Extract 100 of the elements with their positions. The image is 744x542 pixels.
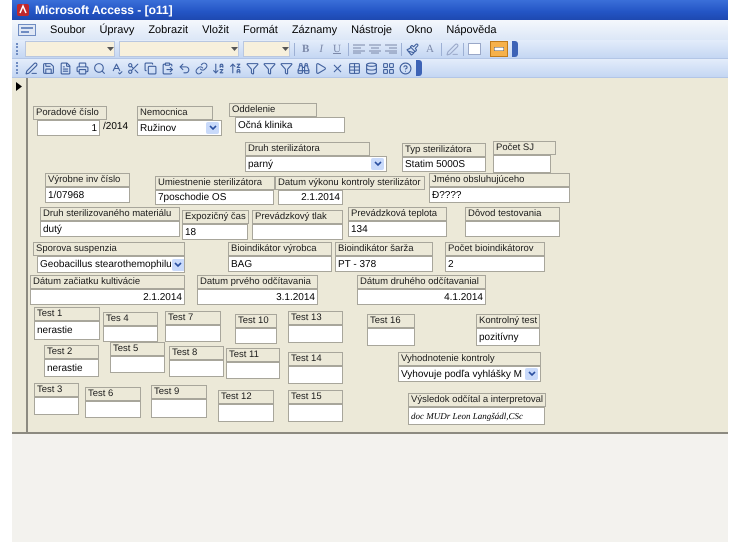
field-label: Dátum druhého odčítavanial xyxy=(357,275,486,289)
dropdown-arrow-icon[interactable] xyxy=(107,46,114,52)
dropdown-field[interactable]: Geobacillus stearothemophilu xyxy=(37,256,185,273)
toolbar-options-button[interactable] xyxy=(416,60,422,76)
text-field[interactable]: PT - 378 xyxy=(335,256,433,272)
field-label: Datum výkonu kontroly sterilizátor xyxy=(275,176,425,190)
form-icon[interactable] xyxy=(18,24,36,36)
text-field[interactable] xyxy=(103,326,158,342)
field-label: Test 9 xyxy=(151,385,207,399)
text-field[interactable] xyxy=(151,399,207,418)
text-field[interactable] xyxy=(218,404,274,422)
menu-item[interactable]: Nástroje xyxy=(351,24,392,36)
text-field[interactable]: BAG xyxy=(228,256,332,272)
align-icon[interactable] xyxy=(384,44,397,54)
menu-item[interactable]: Nápověda xyxy=(446,24,496,36)
text-field[interactable] xyxy=(493,155,551,173)
dropdown-field[interactable]: Vyhovuje podľa vyhlášky M xyxy=(398,366,541,382)
field-label: Test 12 xyxy=(218,390,274,404)
field-label: Test 13 xyxy=(288,311,343,325)
field-label: Jméno obsluhujúceho xyxy=(429,173,570,187)
text-field[interactable]: 1/07968 xyxy=(45,187,130,203)
text-field[interactable]: 134 xyxy=(348,221,447,237)
text-field[interactable]: Statim 5000S xyxy=(402,157,486,172)
border-style-icon xyxy=(494,47,504,51)
spelling-icon[interactable] xyxy=(110,62,123,74)
text-field[interactable]: 4.1.2014 xyxy=(357,289,486,305)
dropdown-arrow-icon[interactable] xyxy=(282,46,289,52)
field-label: Test 8 xyxy=(169,346,224,360)
paste-icon[interactable] xyxy=(161,62,174,74)
text-field[interactable]: 18 xyxy=(182,224,248,240)
line-color-icon[interactable] xyxy=(446,42,459,56)
text-field[interactable]: nerastie xyxy=(34,321,100,340)
field-label: Test 2 xyxy=(44,345,99,359)
text-field[interactable]: 7poschodie OS xyxy=(155,190,274,205)
dropdown-field[interactable]: parný xyxy=(245,156,387,172)
cut-icon[interactable] xyxy=(127,62,140,74)
field-label: Bioindikátor výrobca xyxy=(228,242,332,256)
text-field[interactable]: 2.1.2014 xyxy=(278,190,343,205)
text-field[interactable] xyxy=(165,325,221,342)
text-field[interactable] xyxy=(169,360,224,377)
text-field[interactable] xyxy=(465,221,560,237)
filter-icon[interactable] xyxy=(246,62,259,74)
field-label: Typ sterilizátora xyxy=(402,143,486,157)
align-icon[interactable] xyxy=(368,44,381,54)
special-effect-button[interactable] xyxy=(490,41,508,57)
save-icon[interactable] xyxy=(42,62,55,74)
document-icon[interactable] xyxy=(59,62,72,74)
text-field[interactable]: nerastie xyxy=(44,359,99,377)
dropdown-arrow-icon[interactable] xyxy=(231,46,238,52)
pencil-icon[interactable] xyxy=(25,62,38,74)
undo-icon[interactable] xyxy=(178,62,191,74)
text-field[interactable] xyxy=(34,397,79,415)
field-label: Nemocnica xyxy=(137,106,213,120)
funnel-icon[interactable] xyxy=(280,62,293,74)
toolbar-options-button[interactable] xyxy=(512,41,518,57)
field-label: Dátum začiatku kultivácie xyxy=(30,275,185,289)
find-icon[interactable] xyxy=(297,62,310,74)
menu-item[interactable]: Zobrazit xyxy=(148,24,188,36)
menu-item[interactable]: Okno xyxy=(406,24,432,36)
text-field[interactable]: Očná klinika xyxy=(235,117,345,133)
database-icon[interactable] xyxy=(365,62,378,74)
menu-item[interactable]: Záznamy xyxy=(292,24,338,36)
sort-ascending-icon[interactable] xyxy=(212,62,225,74)
text-field[interactable] xyxy=(288,366,343,384)
menu-item[interactable]: Úpravy xyxy=(99,24,134,36)
text-field[interactable] xyxy=(252,224,343,240)
field-label: Test 14 xyxy=(288,352,343,366)
align-icon[interactable] xyxy=(352,44,365,54)
sort-descending-icon[interactable] xyxy=(229,62,242,74)
text-field[interactable] xyxy=(288,404,343,422)
link-icon[interactable] xyxy=(195,62,208,74)
field-label: Druh sterilizovaného materiálu xyxy=(40,207,180,221)
field-label: Test 11 xyxy=(226,348,280,362)
text-field[interactable] xyxy=(226,362,280,379)
text-field[interactable] xyxy=(235,328,277,344)
text-field[interactable] xyxy=(85,401,141,418)
text-field[interactable]: 1 xyxy=(37,120,100,136)
field-label: Expozičný čas xyxy=(182,210,249,224)
field-label: Prevádzková teplota xyxy=(348,207,447,221)
menu-item[interactable]: Soubor xyxy=(50,24,86,36)
text-field[interactable] xyxy=(110,356,165,373)
menu-item[interactable]: Vložit xyxy=(202,24,229,36)
text-field[interactable]: 2.1.2014 xyxy=(30,289,185,305)
fill-color-icon[interactable] xyxy=(406,42,419,56)
text-field[interactable]: 3.1.2014 xyxy=(197,289,318,305)
field-label: Výsledok odčítal a interpretoval xyxy=(408,393,546,407)
text-field[interactable]: pozitívny xyxy=(476,328,540,346)
field-label: Bioindikátor šarža xyxy=(335,242,433,256)
help-icon[interactable] xyxy=(399,62,412,74)
text-field[interactable]: 2 xyxy=(445,256,545,272)
text-field[interactable]: Ð???? xyxy=(429,187,570,203)
text-field[interactable]: doc MUDr Leon Langšádl,CSc xyxy=(408,407,545,425)
copy-icon[interactable] xyxy=(144,62,157,74)
text-field[interactable] xyxy=(367,328,415,346)
text-field[interactable] xyxy=(288,325,343,343)
dropdown-field[interactable]: Ružinov xyxy=(137,120,222,136)
print-icon[interactable] xyxy=(76,62,89,74)
field-label: Počet bioindikátorov xyxy=(445,242,545,256)
menu-item[interactable]: Formát xyxy=(242,24,278,36)
text-field[interactable]: dutý xyxy=(40,221,180,237)
